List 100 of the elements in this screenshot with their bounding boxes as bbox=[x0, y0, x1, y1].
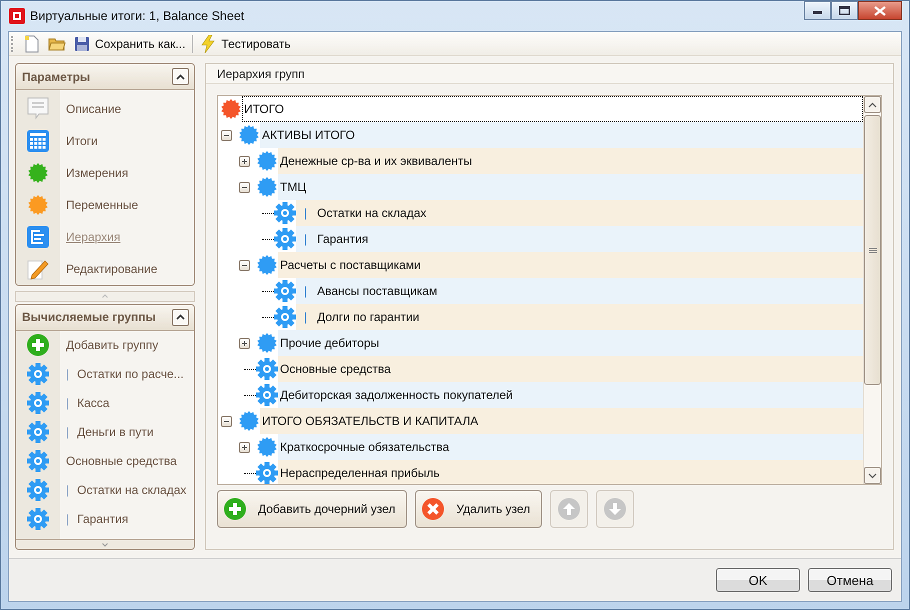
plus-icon bbox=[240, 338, 249, 348]
bar-marker: | bbox=[66, 396, 70, 410]
new-document-icon bbox=[24, 34, 40, 52]
expander-button[interactable] bbox=[221, 130, 232, 140]
panel-title: Параметры bbox=[22, 70, 90, 84]
gear-icon bbox=[274, 280, 296, 302]
starburst-icon bbox=[256, 436, 278, 458]
calculator-icon bbox=[27, 130, 49, 152]
tree-node[interactable]: Расчеты с поставщиками bbox=[278, 252, 863, 278]
collapse-button[interactable] bbox=[172, 308, 189, 326]
grip-icon bbox=[868, 248, 876, 252]
maximize-button[interactable] bbox=[831, 1, 858, 20]
starburst-icon bbox=[256, 150, 278, 172]
tree-node[interactable]: Прочие дебиторы bbox=[278, 330, 863, 356]
gear-icon bbox=[27, 392, 49, 414]
bar-marker: | bbox=[66, 425, 70, 440]
tree-node[interactable]: | Остатки на складах bbox=[296, 200, 863, 226]
close-button[interactable] bbox=[858, 1, 902, 20]
expander-button[interactable] bbox=[239, 338, 250, 348]
group-item[interactable]: Остатки на складах bbox=[77, 483, 186, 498]
starburst-icon bbox=[220, 98, 242, 120]
delete-icon bbox=[422, 498, 444, 520]
cancel-button[interactable]: Отмена bbox=[808, 568, 892, 592]
tree-node[interactable]: Дебиторская задолженность покупателей bbox=[278, 382, 863, 408]
panel-title: Вычисляемые группы bbox=[22, 310, 156, 324]
parameters-item[interactable]: Описание bbox=[66, 102, 122, 116]
add-icon bbox=[224, 498, 246, 520]
chevron-up-icon bbox=[102, 294, 108, 298]
app-logo-icon bbox=[9, 8, 25, 24]
starburst-icon bbox=[238, 124, 260, 146]
gear-icon bbox=[256, 384, 278, 406]
tree-node[interactable]: ИТОГО bbox=[242, 96, 863, 122]
expander-button[interactable] bbox=[221, 416, 232, 426]
gear-icon bbox=[274, 202, 296, 224]
collapse-button[interactable] bbox=[172, 68, 189, 85]
tree-node[interactable]: | Долги по гарантии bbox=[296, 304, 863, 330]
gear-icon bbox=[274, 228, 296, 250]
tree-node[interactable]: ИТОГО ОБЯЗАТЕЛЬСТВ И КАПИТАЛА bbox=[260, 408, 863, 434]
arrow-up-icon bbox=[558, 498, 580, 520]
save-as-button[interactable]: Сохранить как... bbox=[71, 34, 188, 52]
gear-icon bbox=[256, 358, 278, 380]
chevron-up-icon bbox=[176, 74, 185, 80]
expander-button[interactable] bbox=[239, 260, 250, 270]
test-button[interactable]: Тестировать bbox=[197, 34, 294, 54]
group-item[interactable]: Остатки по расче... bbox=[77, 367, 184, 382]
chevron-down-icon bbox=[102, 542, 108, 546]
parameters-item[interactable]: Редактирование bbox=[66, 262, 158, 276]
tree-node[interactable]: Основные средства bbox=[278, 356, 863, 382]
group-item[interactable]: Добавить группу bbox=[66, 338, 158, 352]
tree-node[interactable]: Краткосрочные обязательства bbox=[278, 434, 863, 460]
delete-node-button[interactable]: Удалить узел bbox=[415, 490, 542, 528]
window-title: Виртуальные итоги: 1, Balance Sheet bbox=[30, 9, 244, 23]
splitter-handle[interactable] bbox=[15, 290, 195, 302]
pencil-icon bbox=[27, 258, 49, 280]
gear-icon bbox=[27, 421, 49, 444]
scrollbar[interactable] bbox=[863, 96, 881, 484]
gear-icon bbox=[27, 479, 49, 502]
expander-button[interactable] bbox=[239, 156, 250, 166]
maximize-icon bbox=[839, 6, 850, 15]
gear-icon bbox=[27, 508, 49, 530]
expander-button[interactable] bbox=[239, 442, 250, 452]
gear-icon bbox=[274, 306, 296, 328]
tree-node[interactable]: АКТИВЫ ИТОГО bbox=[260, 122, 863, 148]
starburst-icon bbox=[256, 254, 278, 276]
folder-icon bbox=[48, 36, 66, 52]
arrow-down-icon bbox=[604, 498, 626, 520]
tree-node[interactable]: | Авансы поставщикам bbox=[296, 278, 863, 304]
expander-button[interactable] bbox=[239, 182, 250, 192]
group-item[interactable]: Гарантия bbox=[77, 512, 128, 526]
chevron-down-icon bbox=[868, 472, 877, 478]
bar-marker: | bbox=[66, 367, 70, 382]
group-item[interactable]: Касса bbox=[77, 396, 110, 410]
add-icon bbox=[27, 334, 49, 356]
gear-icon bbox=[27, 450, 49, 472]
chevron-up-icon bbox=[176, 314, 185, 320]
parameters-item[interactable]: Переменные bbox=[66, 198, 138, 212]
group-item[interactable]: Основные средства bbox=[66, 454, 177, 468]
plus-icon bbox=[240, 156, 249, 166]
parameters-item[interactable]: Итоги bbox=[66, 134, 98, 148]
add-child-button[interactable]: Добавить дочерний узел bbox=[217, 490, 408, 528]
tree-node[interactable]: Нераспределенная прибыль bbox=[278, 460, 863, 484]
starburst-icon bbox=[256, 332, 278, 354]
bar-marker: | bbox=[66, 483, 70, 498]
starburst-icon bbox=[256, 176, 278, 198]
plus-icon bbox=[240, 442, 249, 452]
lightning-icon bbox=[200, 34, 216, 52]
minimize-button[interactable] bbox=[804, 1, 831, 20]
starburst-icon bbox=[27, 162, 49, 184]
tree-node[interactable]: Денежные ср-ва и их эквиваленты bbox=[278, 148, 863, 174]
group-item[interactable]: Деньги в пути bbox=[77, 425, 154, 440]
note-icon bbox=[27, 97, 49, 121]
ok-button[interactable]: OK bbox=[716, 568, 800, 592]
parameters-item[interactable]: Измерения bbox=[66, 166, 128, 180]
starburst-icon bbox=[238, 410, 260, 432]
tree-node[interactable]: ТМЦ bbox=[278, 174, 863, 200]
bar-marker: | bbox=[66, 512, 70, 526]
starburst-icon bbox=[27, 194, 49, 216]
close-icon bbox=[874, 6, 886, 16]
tree-node[interactable]: | Гарантия bbox=[296, 226, 863, 252]
chevron-up-icon bbox=[868, 102, 877, 108]
